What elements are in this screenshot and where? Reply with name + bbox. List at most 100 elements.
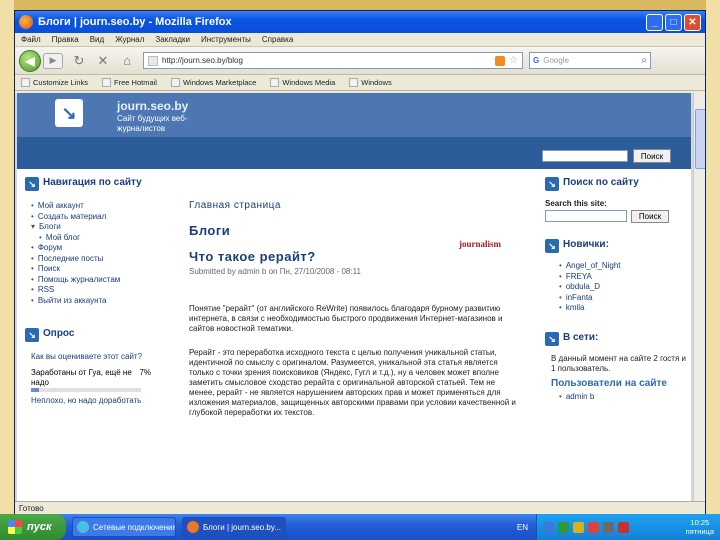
journalism-logo: journalism — [459, 239, 502, 249]
nav-item-create-content[interactable]: Создать материал — [31, 212, 157, 223]
firefox-icon — [19, 15, 33, 29]
clock-day: пятница — [685, 527, 714, 536]
windows-taskbar: пуск Сетевые подключения ... Блоги | jou… — [0, 514, 720, 540]
nav-menu: Мой аккаунт Создать материал Блоги Мой б… — [25, 201, 157, 306]
site-name[interactable]: journ.seo.by — [117, 99, 188, 113]
nav-item-recent-posts[interactable]: Последние посты — [31, 254, 157, 265]
search-bar[interactable]: G Google ⌕ — [529, 52, 651, 69]
online-user[interactable]: admin b — [559, 392, 687, 403]
menu-file[interactable]: Файл — [21, 35, 41, 44]
menu-help[interactable]: Справка — [262, 35, 293, 44]
site-logo-icon[interactable]: ↘ — [55, 99, 83, 127]
stop-icon[interactable]: ✕ — [95, 53, 111, 69]
nav-item-forum[interactable]: Форум — [31, 243, 157, 254]
star-icon[interactable]: ☆ — [509, 55, 518, 66]
newbie-user[interactable]: FREYA — [559, 272, 687, 283]
vertical-scrollbar[interactable] — [693, 93, 705, 501]
address-bar[interactable]: http://journ.seo.by/blog ☆ — [143, 52, 523, 69]
arrow-icon: ↘ — [545, 177, 559, 191]
nav-item-help[interactable]: Помощь журналистам — [31, 275, 157, 286]
online-text: В данный момент на сайте 2 гостя и 1 пол… — [551, 353, 686, 373]
tray-antivirus-icon[interactable] — [588, 521, 599, 533]
newbie-user[interactable]: obdula_D — [559, 282, 687, 293]
header-search-input[interactable] — [542, 150, 628, 162]
tray-shield-icon[interactable] — [573, 521, 584, 533]
firefox-icon — [187, 521, 199, 533]
site-search-button[interactable]: Поиск — [631, 210, 669, 223]
menu-view[interactable]: Вид — [90, 35, 104, 44]
clock[interactable]: 10:25 пятница — [686, 518, 714, 536]
tray-network-icon[interactable] — [543, 521, 554, 533]
right-sidebar: ↘ Поиск по сайту Search this site: Поиск… — [545, 169, 691, 501]
taskbar-firefox[interactable]: Блоги | journ.seo.by... — [182, 517, 286, 537]
search-block-title: ↘ Поиск по сайту — [545, 177, 687, 191]
bookmark-icon — [270, 78, 280, 87]
newbies-block-title: ↘ Новички: — [545, 239, 687, 253]
poll-answer-2: Неплохо, но надо доработать — [31, 396, 142, 405]
menu-bookmarks[interactable]: Закладки — [155, 35, 190, 44]
newbies-list: Angel_of_Night FREYA obdula_D inFanta km… — [545, 261, 687, 314]
title-bar[interactable]: Блоги | journ.seo.by - Mozilla Firefox _… — [15, 11, 705, 33]
site-search-input[interactable] — [545, 210, 627, 222]
header-search-button[interactable]: Поиск — [633, 149, 671, 163]
poll-result-fill — [31, 388, 39, 392]
nav-item-rss[interactable]: RSS — [31, 285, 157, 296]
tray-app-icon[interactable] — [618, 521, 629, 533]
newbie-user[interactable]: Angel_of_Night — [559, 261, 687, 272]
bookmark-windows-media[interactable]: Windows Media — [270, 78, 335, 87]
nav-item-blogs[interactable]: Блоги — [31, 222, 157, 233]
nav-item-my-account[interactable]: Мой аккаунт — [31, 201, 157, 212]
breadcrumb[interactable]: Главная страница — [189, 200, 519, 211]
article-title[interactable]: Что такое рерайт? — [189, 249, 519, 264]
google-icon[interactable]: G — [533, 56, 539, 65]
tray-volume-icon[interactable] — [603, 521, 614, 533]
close-button[interactable]: ✕ — [684, 13, 701, 31]
taskbar-network-connections[interactable]: Сетевые подключения ... — [72, 517, 176, 537]
favicon-icon — [148, 55, 158, 66]
bookmark-windows-marketplace[interactable]: Windows Marketplace — [170, 78, 256, 87]
poll-question: Как вы оцениваете этот сайт? — [31, 352, 143, 361]
nav-block-title: ↘ Навигация по сайту — [25, 177, 157, 191]
web-page: ↘ journ.seo.by Сайт будущих веб-журналис… — [17, 93, 691, 501]
menu-bar: Файл Правка Вид Журнал Закладки Инструме… — [15, 33, 705, 47]
newbie-user[interactable]: inFanta — [559, 293, 687, 304]
bookmark-icon — [349, 78, 359, 87]
scrollbar-thumb[interactable] — [695, 109, 705, 169]
status-bar: Готово — [15, 501, 705, 515]
back-button[interactable]: ◀ — [19, 49, 41, 72]
search-icon[interactable]: ⌕ — [641, 55, 647, 66]
window-title: Блоги | journ.seo.by - Mozilla Firefox — [38, 16, 232, 28]
reload-icon[interactable]: ↻ — [71, 53, 87, 69]
site-slogan: Сайт будущих веб-журналистов — [117, 114, 188, 133]
menu-history[interactable]: Журнал — [115, 35, 144, 44]
arrow-icon: ↘ — [25, 328, 39, 342]
maximize-button[interactable]: □ — [665, 13, 682, 31]
bookmark-free-hotmail[interactable]: Free Hotmail — [102, 78, 157, 87]
newbie-user[interactable]: kmila — [559, 303, 687, 314]
poll-result-bar — [31, 388, 141, 392]
nav-item-search[interactable]: Поиск — [31, 264, 157, 275]
arrow-icon: ↘ — [25, 177, 39, 191]
bookmark-customize-links[interactable]: Customize Links — [21, 78, 88, 87]
forward-button[interactable]: ▶ — [43, 52, 63, 69]
language-indicator[interactable]: EN — [517, 523, 528, 532]
article-submitted: Submitted by admin b on Пн, 27/10/2008 -… — [189, 267, 361, 276]
nav-item-logout[interactable]: Выйти из аккаунта — [31, 296, 157, 307]
home-icon[interactable]: ⌂ — [119, 53, 135, 69]
tray-security-icon[interactable] — [558, 521, 569, 533]
minimize-button[interactable]: _ — [646, 13, 663, 31]
menu-edit[interactable]: Правка — [52, 35, 79, 44]
network-icon — [77, 521, 89, 533]
search-row: Поиск — [545, 210, 687, 223]
nav-item-my-blog[interactable]: Мой блог — [31, 233, 157, 244]
bookmark-windows[interactable]: Windows — [349, 78, 392, 87]
bookmark-icon — [102, 78, 112, 87]
online-block-title: ↘ В сети: — [545, 331, 687, 346]
arrow-icon: ↘ — [545, 331, 559, 346]
bookmarks-toolbar: Customize Links Free Hotmail Windows Mar… — [15, 75, 705, 91]
start-button[interactable]: пуск — [0, 514, 66, 540]
main-content: Главная страница Блоги Что такое рерайт?… — [173, 169, 535, 501]
rss-icon[interactable] — [495, 55, 506, 66]
site-header-bar: Поиск — [17, 137, 691, 169]
menu-tools[interactable]: Инструменты — [201, 35, 251, 44]
